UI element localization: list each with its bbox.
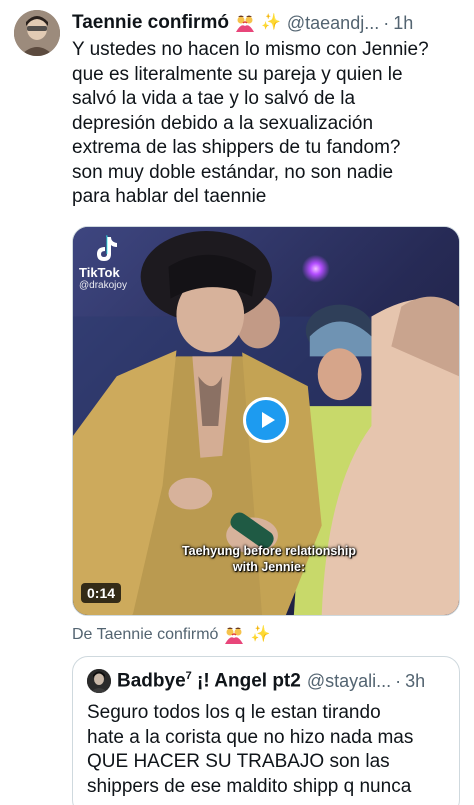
- kissing-couple-emoji-icon: [235, 14, 255, 32]
- video-duration: 0:14: [81, 583, 122, 603]
- quoted-tweet-header: Badbye7 ¡! Angel pt2 @stayali... · 3h: [117, 669, 451, 693]
- author-display-name[interactable]: Taennie confirmó: [72, 12, 229, 34]
- quoted-author-avatar: [87, 669, 111, 693]
- tweet-header: Taennie confirmó ✨ @taeandj... · 1h: [72, 11, 466, 35]
- tweet-text: Y ustedes no hacen lo mismo con Jennie? …: [72, 39, 429, 207]
- separator-dot: ·: [395, 670, 402, 691]
- tweet-video[interactable]: TikTok @drakojoy Taehyung before relatio…: [72, 226, 460, 616]
- kissing-couple-emoji-icon: [224, 626, 244, 644]
- tiktok-watermark: TikTok @drakojoy: [79, 235, 127, 291]
- author-handle[interactable]: @taeandj...: [287, 13, 379, 34]
- quoted-tweet[interactable]: Badbye7 ¡! Angel pt2 @stayali... · 3h Se…: [72, 656, 460, 805]
- quoted-tweet-timestamp: 3h: [405, 670, 426, 691]
- from-label: De Taennie confirmó: [72, 626, 219, 643]
- from-attribution[interactable]: De Taennie confirmó ✨: [72, 626, 270, 644]
- sparkles-emoji-icon: ✨: [250, 626, 271, 643]
- sparkles-emoji-icon: ✨: [260, 14, 281, 31]
- play-icon: [261, 412, 275, 428]
- video-caption: Taehyung before relationship with Jennie…: [181, 544, 357, 574]
- quoted-author-handle: @stayali...: [306, 670, 392, 691]
- quoted-author-display-name: Badbye7 ¡! Angel pt2: [117, 669, 301, 692]
- play-button[interactable]: [243, 397, 289, 443]
- tiktok-logo-icon: [97, 235, 117, 261]
- tweet-timestamp[interactable]: 1h: [393, 13, 413, 34]
- separator-dot: ·: [383, 12, 390, 33]
- author-avatar[interactable]: [14, 10, 60, 56]
- quoted-tweet-text: Seguro todos los q le estan tirando hate…: [87, 702, 414, 797]
- tweet[interactable]: Taennie confirmó ✨ @taeandj... · 1h Y us…: [0, 0, 474, 805]
- tiktok-user-label: @drakojoy: [79, 280, 127, 291]
- tiktok-brand-label: TikTok: [79, 265, 120, 280]
